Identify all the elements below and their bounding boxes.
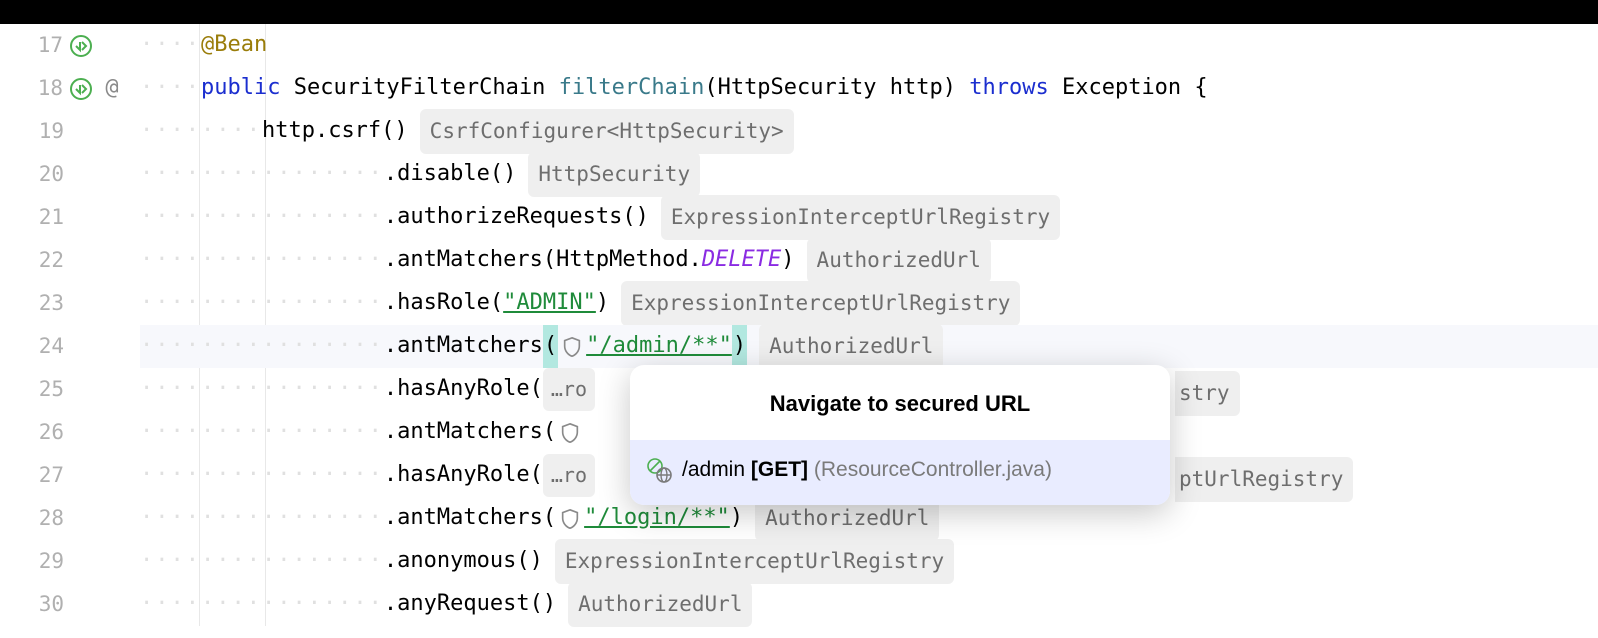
type-hint[interactable]: ExpressionInterceptUrlRegistry [555,539,954,584]
annotation: @Bean [201,24,267,67]
popup-method: [GET] [751,458,808,481]
code-text: .hasRole( [384,282,503,325]
keyword-public: public [201,67,280,110]
code-line[interactable]: ········ http.csrf() CsrfConfigurer<Http… [140,110,1598,153]
code-text: .authorizeRequests() [384,196,649,239]
code-text: .disable() [384,153,516,196]
code-line[interactable]: ················ .hasRole("ADMIN") Expre… [140,282,1598,325]
gutter-line[interactable]: 19 [0,110,125,153]
code-text: .anonymous() [384,540,543,583]
code-line[interactable]: ················ .anonymous() Expression… [140,540,1598,583]
gutter-line[interactable]: 21 [0,196,125,239]
http-delete-const: DELETE [702,239,781,282]
code-text: .antMatchers( [384,411,556,454]
type-hint[interactable]: CsrfConfigurer<HttpSecurity> [420,109,794,154]
gutter-line[interactable]: 28 [0,497,125,540]
gutter-line[interactable]: 25 [0,368,125,411]
type-hint[interactable]: AuthorizedUrl [568,582,752,627]
line-number: 19 [29,111,64,152]
keyword-throws: throws [956,67,1062,110]
params: (HttpSecurity http) [704,67,956,110]
line-number: 21 [29,197,64,238]
type-hint[interactable]: ExpressionInterceptUrlRegistry [621,281,1020,326]
code-text: .anyRequest() [384,583,556,626]
partial-hint: stry [1175,371,1240,416]
code-line[interactable]: ················ .authorizeRequests() Ex… [140,196,1598,239]
popup-file: (ResourceController.java) [808,458,1052,481]
code-text: .antMatchers [384,325,543,368]
popup-item[interactable]: /admin [GET] (ResourceController.java) [630,440,1170,505]
gutter-line[interactable]: 26 [0,411,125,454]
gutter-line[interactable]: 20 [0,153,125,196]
type-hint[interactable]: HttpSecurity [528,152,700,197]
line-number: 29 [29,541,64,582]
gutter-line[interactable]: 27 [0,454,125,497]
gutter-line[interactable]: 23 [0,282,125,325]
override-icon[interactable] [68,76,94,102]
navigate-popup: Navigate to secured URL /admin [GET] (Re… [630,365,1170,505]
at-icon[interactable]: @ [99,76,125,102]
exception-type: Exception { [1062,67,1208,110]
line-number: 23 [29,283,64,324]
string-literal: "ADMIN" [503,282,596,325]
code-area[interactable]: ···· @Bean ···· public SecurityFilterCha… [135,24,1598,626]
type-hint[interactable]: AuthorizedUrl [759,324,943,369]
code-text: .hasAnyRole( [384,454,543,497]
override-icon[interactable] [68,33,94,59]
popup-path: /admin [682,458,751,481]
folded-params[interactable]: …ro [543,454,595,497]
shield-icon[interactable] [561,336,583,358]
bracket-open: ( [543,325,558,368]
line-number: 17 [28,25,63,66]
web-endpoint-icon [646,457,672,483]
bracket-close: ) [732,325,747,368]
gutter-line[interactable]: 29 [0,540,125,583]
partial-hint: ptUrlRegistry [1175,457,1353,502]
code-line[interactable]: ················ .disable() HttpSecurity [140,153,1598,196]
line-number: 24 [29,326,64,367]
code-text: .hasAnyRole( [384,368,543,411]
code-line-current[interactable]: ················ .antMatchers("/admin/**… [140,325,1598,368]
shield-icon[interactable] [559,422,581,444]
line-number: 18 [28,68,63,109]
code-text: http.csrf() [262,110,408,153]
code-text: .antMatchers( [384,497,556,540]
shield-icon[interactable] [559,508,581,530]
popup-title: Navigate to secured URL [630,365,1170,440]
return-type: SecurityFilterChain [280,67,558,110]
method-name: filterChain [559,67,705,110]
line-number: 28 [29,498,64,539]
code-editor: 17 18 @ 19 20 21 22 23 24 25 26 27 28 29… [0,24,1598,626]
code-line[interactable]: ················ .antMatchers(HttpMethod… [140,239,1598,282]
type-hint[interactable]: AuthorizedUrl [807,238,991,283]
gutter-line[interactable]: 18 @ [0,67,125,110]
line-number: 20 [29,154,64,195]
gutter: 17 18 @ 19 20 21 22 23 24 25 26 27 28 29… [0,24,135,626]
gutter-line[interactable]: 24 [0,325,125,368]
folded-params[interactable]: …ro [543,368,595,411]
code-line[interactable]: ················ .anyRequest() Authorize… [140,583,1598,626]
line-number: 26 [29,412,64,453]
code-line[interactable]: ···· public SecurityFilterChain filterCh… [140,67,1598,110]
line-number: 30 [29,584,64,625]
code-text: .antMatchers(HttpMethod. [384,239,702,282]
gutter-line[interactable]: 30 [0,583,125,626]
gutter-line[interactable]: 22 [0,239,125,282]
gutter-line[interactable]: 17 [0,24,125,67]
window-top-bar [0,0,1598,24]
url-pattern[interactable]: "/admin/**" [586,325,732,368]
line-number: 22 [29,240,64,281]
line-number: 25 [29,369,64,410]
type-hint[interactable]: ExpressionInterceptUrlRegistry [661,195,1060,240]
line-number: 27 [29,455,64,496]
code-line[interactable]: ···· @Bean [140,24,1598,67]
